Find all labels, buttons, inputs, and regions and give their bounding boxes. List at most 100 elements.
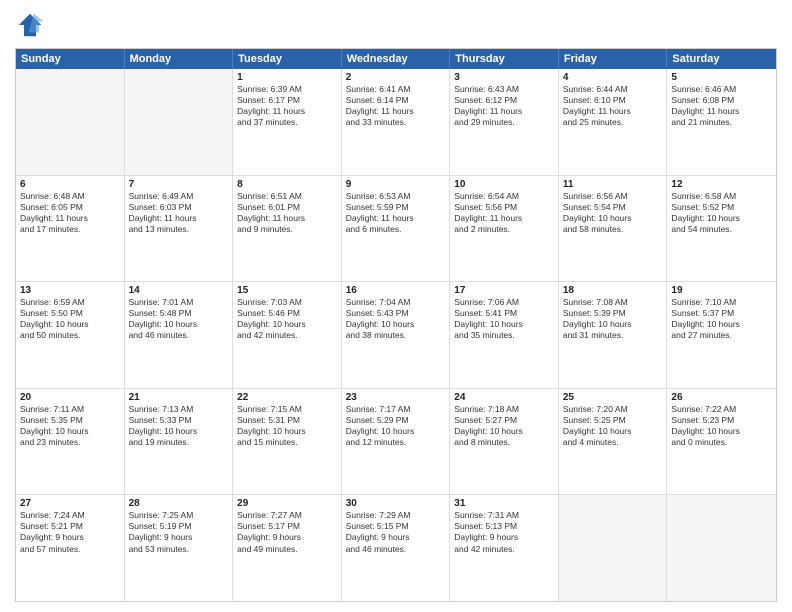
week-row-2: 6Sunrise: 6:48 AM Sunset: 6:05 PM Daylig… (16, 175, 776, 282)
day-number: 10 (454, 179, 554, 190)
day-number: 6 (20, 179, 120, 190)
week-row-3: 13Sunrise: 6:59 AM Sunset: 5:50 PM Dayli… (16, 281, 776, 388)
logo-icon (15, 10, 45, 40)
header-day-saturday: Saturday (667, 49, 776, 69)
cell-text: Sunrise: 6:58 AM Sunset: 5:52 PM Dayligh… (671, 191, 772, 235)
header-day-thursday: Thursday (450, 49, 559, 69)
day-number: 13 (20, 285, 120, 296)
cell-text: Sunrise: 7:29 AM Sunset: 5:15 PM Dayligh… (346, 510, 446, 554)
cal-cell: 22Sunrise: 7:15 AM Sunset: 5:31 PM Dayli… (233, 389, 342, 495)
cell-text: Sunrise: 6:59 AM Sunset: 5:50 PM Dayligh… (20, 297, 120, 341)
cal-cell: 26Sunrise: 7:22 AM Sunset: 5:23 PM Dayli… (667, 389, 776, 495)
cal-cell: 18Sunrise: 7:08 AM Sunset: 5:39 PM Dayli… (559, 282, 668, 388)
cal-cell: 11Sunrise: 6:56 AM Sunset: 5:54 PM Dayli… (559, 176, 668, 282)
header-day-monday: Monday (125, 49, 234, 69)
cal-cell: 23Sunrise: 7:17 AM Sunset: 5:29 PM Dayli… (342, 389, 451, 495)
cell-text: Sunrise: 7:15 AM Sunset: 5:31 PM Dayligh… (237, 404, 337, 448)
cal-cell: 2Sunrise: 6:41 AM Sunset: 6:14 PM Daylig… (342, 69, 451, 175)
day-number: 25 (563, 392, 663, 403)
cal-cell: 15Sunrise: 7:03 AM Sunset: 5:46 PM Dayli… (233, 282, 342, 388)
calendar-body: 1Sunrise: 6:39 AM Sunset: 6:17 PM Daylig… (16, 69, 776, 601)
cell-text: Sunrise: 6:54 AM Sunset: 5:56 PM Dayligh… (454, 191, 554, 235)
header-day-tuesday: Tuesday (233, 49, 342, 69)
cal-cell: 28Sunrise: 7:25 AM Sunset: 5:19 PM Dayli… (125, 495, 234, 601)
cell-text: Sunrise: 7:24 AM Sunset: 5:21 PM Dayligh… (20, 510, 120, 554)
day-number: 9 (346, 179, 446, 190)
day-number: 1 (237, 72, 337, 83)
cell-text: Sunrise: 6:43 AM Sunset: 6:12 PM Dayligh… (454, 84, 554, 128)
cell-text: Sunrise: 7:31 AM Sunset: 5:13 PM Dayligh… (454, 510, 554, 554)
cal-cell: 30Sunrise: 7:29 AM Sunset: 5:15 PM Dayli… (342, 495, 451, 601)
day-number: 31 (454, 498, 554, 509)
cal-cell: 4Sunrise: 6:44 AM Sunset: 6:10 PM Daylig… (559, 69, 668, 175)
cal-cell: 25Sunrise: 7:20 AM Sunset: 5:25 PM Dayli… (559, 389, 668, 495)
cell-text: Sunrise: 6:41 AM Sunset: 6:14 PM Dayligh… (346, 84, 446, 128)
cell-text: Sunrise: 6:51 AM Sunset: 6:01 PM Dayligh… (237, 191, 337, 235)
day-number: 26 (671, 392, 772, 403)
header-day-wednesday: Wednesday (342, 49, 451, 69)
cal-cell: 8Sunrise: 6:51 AM Sunset: 6:01 PM Daylig… (233, 176, 342, 282)
day-number: 5 (671, 72, 772, 83)
cal-cell: 9Sunrise: 6:53 AM Sunset: 5:59 PM Daylig… (342, 176, 451, 282)
day-number: 18 (563, 285, 663, 296)
cal-cell: 6Sunrise: 6:48 AM Sunset: 6:05 PM Daylig… (16, 176, 125, 282)
cell-text: Sunrise: 7:18 AM Sunset: 5:27 PM Dayligh… (454, 404, 554, 448)
cal-cell (667, 495, 776, 601)
day-number: 30 (346, 498, 446, 509)
day-number: 4 (563, 72, 663, 83)
cell-text: Sunrise: 6:48 AM Sunset: 6:05 PM Dayligh… (20, 191, 120, 235)
cell-text: Sunrise: 7:04 AM Sunset: 5:43 PM Dayligh… (346, 297, 446, 341)
day-number: 8 (237, 179, 337, 190)
day-number: 7 (129, 179, 229, 190)
calendar-header: SundayMondayTuesdayWednesdayThursdayFrid… (16, 49, 776, 69)
cell-text: Sunrise: 7:17 AM Sunset: 5:29 PM Dayligh… (346, 404, 446, 448)
day-number: 20 (20, 392, 120, 403)
day-number: 15 (237, 285, 337, 296)
cal-cell: 1Sunrise: 6:39 AM Sunset: 6:17 PM Daylig… (233, 69, 342, 175)
header-day-friday: Friday (559, 49, 668, 69)
day-number: 12 (671, 179, 772, 190)
day-number: 16 (346, 285, 446, 296)
cell-text: Sunrise: 7:10 AM Sunset: 5:37 PM Dayligh… (671, 297, 772, 341)
cell-text: Sunrise: 6:53 AM Sunset: 5:59 PM Dayligh… (346, 191, 446, 235)
cal-cell (125, 69, 234, 175)
cal-cell: 31Sunrise: 7:31 AM Sunset: 5:13 PM Dayli… (450, 495, 559, 601)
cal-cell: 20Sunrise: 7:11 AM Sunset: 5:35 PM Dayli… (16, 389, 125, 495)
day-number: 28 (129, 498, 229, 509)
day-number: 11 (563, 179, 663, 190)
page: SundayMondayTuesdayWednesdayThursdayFrid… (0, 0, 792, 612)
cal-cell: 13Sunrise: 6:59 AM Sunset: 5:50 PM Dayli… (16, 282, 125, 388)
day-number: 3 (454, 72, 554, 83)
cal-cell: 12Sunrise: 6:58 AM Sunset: 5:52 PM Dayli… (667, 176, 776, 282)
cal-cell: 24Sunrise: 7:18 AM Sunset: 5:27 PM Dayli… (450, 389, 559, 495)
cell-text: Sunrise: 7:22 AM Sunset: 5:23 PM Dayligh… (671, 404, 772, 448)
day-number: 17 (454, 285, 554, 296)
cell-text: Sunrise: 7:08 AM Sunset: 5:39 PM Dayligh… (563, 297, 663, 341)
cell-text: Sunrise: 7:20 AM Sunset: 5:25 PM Dayligh… (563, 404, 663, 448)
cal-cell (16, 69, 125, 175)
cell-text: Sunrise: 7:03 AM Sunset: 5:46 PM Dayligh… (237, 297, 337, 341)
cal-cell: 14Sunrise: 7:01 AM Sunset: 5:48 PM Dayli… (125, 282, 234, 388)
logo (15, 10, 49, 40)
cal-cell: 19Sunrise: 7:10 AM Sunset: 5:37 PM Dayli… (667, 282, 776, 388)
cal-cell: 17Sunrise: 7:06 AM Sunset: 5:41 PM Dayli… (450, 282, 559, 388)
day-number: 14 (129, 285, 229, 296)
cal-cell (559, 495, 668, 601)
cell-text: Sunrise: 6:46 AM Sunset: 6:08 PM Dayligh… (671, 84, 772, 128)
cal-cell: 16Sunrise: 7:04 AM Sunset: 5:43 PM Dayli… (342, 282, 451, 388)
day-number: 21 (129, 392, 229, 403)
week-row-5: 27Sunrise: 7:24 AM Sunset: 5:21 PM Dayli… (16, 494, 776, 601)
cal-cell: 29Sunrise: 7:27 AM Sunset: 5:17 PM Dayli… (233, 495, 342, 601)
header (15, 10, 777, 40)
week-row-4: 20Sunrise: 7:11 AM Sunset: 5:35 PM Dayli… (16, 388, 776, 495)
cal-cell: 27Sunrise: 7:24 AM Sunset: 5:21 PM Dayli… (16, 495, 125, 601)
cal-cell: 3Sunrise: 6:43 AM Sunset: 6:12 PM Daylig… (450, 69, 559, 175)
day-number: 19 (671, 285, 772, 296)
cal-cell: 5Sunrise: 6:46 AM Sunset: 6:08 PM Daylig… (667, 69, 776, 175)
cell-text: Sunrise: 7:01 AM Sunset: 5:48 PM Dayligh… (129, 297, 229, 341)
cell-text: Sunrise: 7:27 AM Sunset: 5:17 PM Dayligh… (237, 510, 337, 554)
cal-cell: 7Sunrise: 6:49 AM Sunset: 6:03 PM Daylig… (125, 176, 234, 282)
cell-text: Sunrise: 7:13 AM Sunset: 5:33 PM Dayligh… (129, 404, 229, 448)
day-number: 2 (346, 72, 446, 83)
week-row-1: 1Sunrise: 6:39 AM Sunset: 6:17 PM Daylig… (16, 69, 776, 175)
